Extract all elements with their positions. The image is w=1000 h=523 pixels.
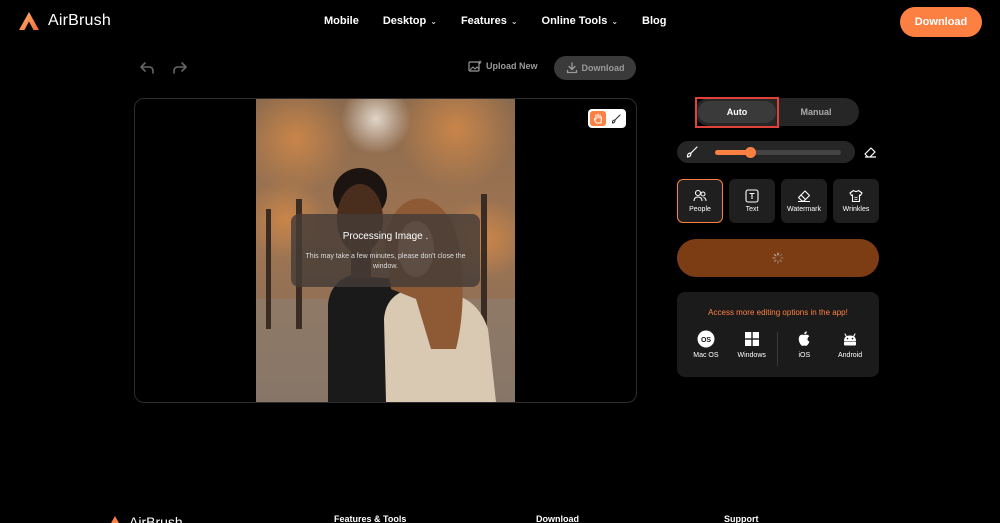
airbrush-logo[interactable]: AirBrush — [18, 11, 111, 31]
chevron-down-icon: ⌄ — [611, 16, 619, 26]
remove-button-loading[interactable] — [677, 239, 879, 277]
tool-label: Wrinkles — [842, 206, 870, 213]
text-icon — [745, 189, 759, 203]
processing-dialog: Processing Image . This may take a few m… — [291, 214, 480, 287]
tool-label: Watermark — [787, 206, 821, 213]
platform-label: Android — [838, 352, 863, 359]
highlight-box — [695, 97, 779, 128]
promo-title: Access more editing options in the app! — [708, 308, 848, 317]
hand-tool-button[interactable] — [590, 111, 606, 126]
nav-label: Desktop — [382, 15, 427, 27]
platform-label: Mac OS — [693, 352, 719, 359]
nav-item-mobile[interactable]: Mobile — [324, 15, 359, 27]
footer-heading-features: Features & Tools — [334, 514, 407, 523]
footer-heading-download: Download — [536, 514, 579, 523]
header-download-button[interactable]: Download — [900, 7, 982, 37]
android-icon — [844, 333, 857, 346]
nav-item-blog[interactable]: Blog — [642, 15, 666, 27]
tool-watermark[interactable]: Watermark — [781, 179, 827, 223]
platform-label: iOS — [798, 352, 811, 359]
tool-label: People — [689, 206, 711, 213]
loading-spinner-icon — [772, 252, 784, 264]
macos-icon: OS — [697, 330, 715, 348]
download-icon — [566, 62, 577, 74]
brush-size-slider[interactable] — [677, 141, 855, 163]
platform-windows[interactable]: Windows — [732, 330, 772, 366]
processing-title: Processing Image . — [342, 231, 429, 242]
airbrush-logo-icon — [19, 12, 39, 30]
platform-label: Windows — [737, 352, 766, 359]
logo-text: AirBrush — [48, 12, 111, 29]
nav-label: Mobile — [324, 15, 359, 27]
image-upload-icon — [468, 60, 482, 72]
slider-handle[interactable] — [745, 147, 756, 158]
chevron-down-icon: ⌄ — [510, 16, 518, 26]
platform-ios[interactable]: iOS — [784, 330, 824, 366]
site-header: AirBrush Mobile Desktop ⌄ Features ⌄ Onlin… — [0, 0, 1000, 44]
undo-icon[interactable] — [139, 61, 155, 75]
tool-label: Text — [745, 206, 759, 213]
app-promo-card: Access more editing options in the app! … — [677, 292, 879, 377]
download-label: Download — [581, 63, 625, 73]
nav-label: Online Tools — [541, 15, 608, 27]
upload-new-button[interactable]: Upload New — [468, 60, 538, 72]
chevron-down-icon: ⌄ — [430, 16, 437, 26]
people-icon — [693, 189, 707, 202]
nav-label: Blog — [642, 15, 667, 27]
hand-icon — [593, 113, 603, 124]
tool-text[interactable]: Text — [729, 179, 775, 223]
brush-tool-button[interactable] — [608, 111, 624, 126]
footer-logo[interactable]: AirBrush — [107, 514, 183, 523]
redo-icon[interactable] — [172, 61, 188, 75]
hand-brush-toggle — [588, 109, 626, 128]
brush-icon — [611, 113, 621, 124]
apple-icon — [799, 331, 810, 346]
tool-people[interactable]: People — [677, 179, 723, 223]
tool-wrinkles[interactable]: Wrinkles — [833, 179, 879, 223]
slider-track[interactable] — [715, 147, 841, 158]
nav-item-features[interactable]: Features ⌄ — [461, 15, 518, 27]
windows-icon — [744, 332, 759, 346]
processing-description: This may take a few minutes, please don'… — [305, 253, 466, 270]
nav-item-online-tools[interactable]: Online Tools ⌄ — [542, 15, 619, 27]
footer-heading-support: Support — [724, 514, 759, 523]
nav-item-desktop[interactable]: Desktop ⌄ — [383, 15, 437, 27]
platform-divider — [777, 332, 779, 366]
shirt-icon — [849, 189, 863, 203]
main-nav: Mobile Desktop ⌄ Features ⌄ Online Tools ⌄ … — [324, 15, 690, 27]
removal-tools: People Text Watermark Wrinkles — [677, 179, 879, 223]
platform-android[interactable]: Android — [830, 330, 870, 366]
nav-label: Features — [460, 15, 507, 27]
eraser-icon — [797, 190, 811, 203]
airbrush-logo-icon — [110, 515, 120, 523]
eraser-icon[interactable] — [864, 146, 877, 158]
footer-logo-text: AirBrush — [129, 514, 183, 523]
svg-text:OS: OS — [701, 337, 711, 344]
brush-icon — [686, 146, 698, 158]
manual-mode-tab[interactable]: Manual — [777, 101, 855, 123]
platform-macos[interactable]: OS Mac OS — [686, 330, 726, 366]
upload-new-label: Upload New — [486, 61, 538, 71]
platform-list: OS Mac OS Windows iOS Android — [677, 330, 879, 366]
download-result-button[interactable]: Download — [554, 56, 636, 80]
